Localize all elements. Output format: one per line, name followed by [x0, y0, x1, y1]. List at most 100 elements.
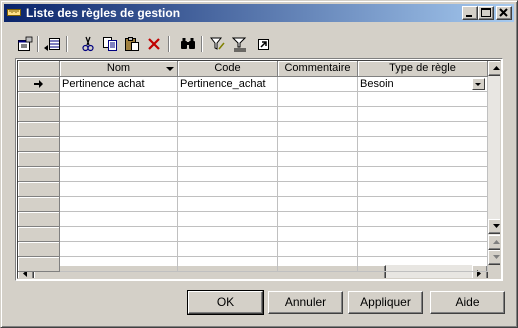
empty-cell[interactable] — [60, 107, 178, 122]
empty-cell[interactable] — [278, 257, 358, 272]
page-down-button[interactable] — [488, 250, 500, 265]
column-header-code[interactable]: Code — [178, 61, 278, 77]
empty-cell[interactable] — [278, 167, 358, 182]
sort-arrow-icon — [166, 67, 174, 71]
empty-cell[interactable] — [358, 107, 488, 122]
help-button[interactable]: Aide — [430, 291, 505, 314]
empty-cell[interactable] — [358, 122, 488, 137]
scroll-up-button[interactable] — [488, 61, 500, 76]
empty-cell[interactable] — [278, 212, 358, 227]
scroll-down-button[interactable] — [488, 219, 500, 234]
row-header[interactable] — [18, 182, 60, 197]
empty-cell[interactable] — [178, 107, 278, 122]
cell-type-de-regle[interactable]: Besoin — [358, 77, 488, 92]
close-button[interactable] — [496, 6, 512, 20]
row-header[interactable] — [18, 197, 60, 212]
column-header-commentaire[interactable]: Commentaire — [278, 61, 358, 77]
empty-cell[interactable] — [60, 227, 178, 242]
vertical-scrollbar[interactable] — [488, 61, 500, 265]
add-row-button[interactable] — [42, 34, 62, 54]
filter-button[interactable] — [208, 34, 228, 54]
empty-cell[interactable] — [60, 197, 178, 212]
empty-cell[interactable] — [178, 137, 278, 152]
empty-cell[interactable] — [60, 257, 178, 272]
properties-button[interactable] — [15, 34, 35, 54]
page-up-button[interactable] — [488, 235, 500, 250]
column-header-type-de-regle[interactable]: Type de règle — [358, 61, 488, 77]
empty-cell[interactable] — [278, 182, 358, 197]
corner-header[interactable] — [18, 61, 60, 77]
cell-type-value: Besoin — [360, 78, 394, 90]
empty-cell[interactable] — [358, 92, 488, 107]
row-header[interactable] — [18, 212, 60, 227]
empty-cell[interactable] — [60, 242, 178, 257]
cancel-button[interactable]: Annuler — [268, 291, 343, 314]
empty-cell[interactable] — [358, 137, 488, 152]
empty-cell[interactable] — [278, 107, 358, 122]
empty-cell[interactable] — [60, 212, 178, 227]
empty-cell[interactable] — [60, 167, 178, 182]
empty-cell[interactable] — [178, 92, 278, 107]
paste-button[interactable] — [122, 34, 142, 54]
empty-cell[interactable] — [60, 137, 178, 152]
empty-cell[interactable] — [358, 152, 488, 167]
empty-cell[interactable] — [60, 152, 178, 167]
empty-cell[interactable] — [358, 167, 488, 182]
cut-button[interactable] — [78, 34, 98, 54]
empty-cell[interactable] — [60, 182, 178, 197]
empty-cell[interactable] — [178, 197, 278, 212]
maximize-button[interactable] — [478, 6, 494, 20]
empty-cell[interactable] — [358, 212, 488, 227]
empty-cell[interactable] — [358, 257, 488, 272]
empty-cell[interactable] — [178, 122, 278, 137]
apply-button[interactable]: Appliquer — [348, 291, 423, 314]
row-header[interactable] — [18, 167, 60, 182]
row-header[interactable] — [18, 227, 60, 242]
find-button[interactable] — [178, 34, 198, 54]
empty-cell[interactable] — [178, 182, 278, 197]
empty-cell[interactable] — [358, 242, 488, 257]
row-header-current[interactable] — [18, 77, 60, 92]
row-header[interactable] — [18, 107, 60, 122]
cell-commentaire[interactable] — [278, 77, 358, 92]
title-bar[interactable]: Liste des règles de gestion — [4, 4, 514, 22]
empty-cell[interactable] — [278, 227, 358, 242]
row-header[interactable] — [18, 242, 60, 257]
clear-filter-button[interactable] — [230, 34, 250, 54]
empty-cell[interactable] — [178, 212, 278, 227]
arrow-up-icon — [493, 240, 500, 244]
clear-filter-icon — [232, 37, 247, 52]
empty-cell[interactable] — [278, 92, 358, 107]
delete-button[interactable] — [144, 34, 164, 54]
cell-nom[interactable]: Pertinence achat — [60, 77, 178, 92]
empty-cell[interactable] — [60, 122, 178, 137]
row-header[interactable] — [18, 137, 60, 152]
empty-cell[interactable] — [278, 122, 358, 137]
arrow-down-icon — [493, 255, 500, 259]
minimize-button[interactable] — [462, 6, 478, 20]
empty-cell[interactable] — [178, 152, 278, 167]
empty-cell[interactable] — [278, 137, 358, 152]
type-dropdown-button[interactable] — [472, 78, 485, 90]
empty-cell[interactable] — [278, 242, 358, 257]
row-header[interactable] — [18, 92, 60, 107]
empty-cell[interactable] — [358, 197, 488, 212]
column-header-nom[interactable]: Nom — [60, 61, 178, 77]
row-header[interactable] — [18, 257, 60, 272]
ok-button[interactable]: OK — [187, 290, 264, 315]
empty-cell[interactable] — [358, 227, 488, 242]
empty-cell[interactable] — [358, 182, 488, 197]
empty-cell[interactable] — [278, 197, 358, 212]
paste-icon — [125, 37, 139, 51]
empty-cell[interactable] — [278, 152, 358, 167]
copy-button[interactable] — [100, 34, 120, 54]
empty-cell[interactable] — [178, 242, 278, 257]
empty-cell[interactable] — [60, 92, 178, 107]
open-object-button[interactable] — [254, 34, 274, 54]
empty-cell[interactable] — [178, 257, 278, 272]
row-header[interactable] — [18, 152, 60, 167]
empty-cell[interactable] — [178, 227, 278, 242]
empty-cell[interactable] — [178, 167, 278, 182]
row-header[interactable] — [18, 122, 60, 137]
cell-code[interactable]: Pertinence_achat — [178, 77, 278, 92]
